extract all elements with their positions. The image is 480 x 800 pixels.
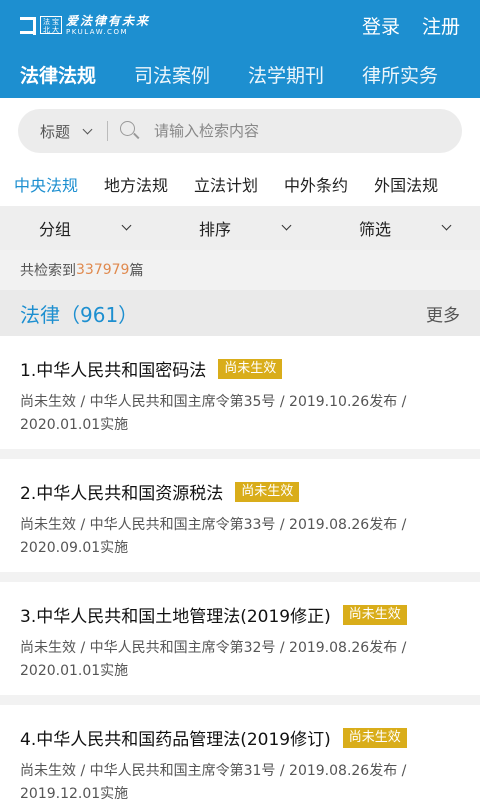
sort-filter[interactable]: 排序 [160,216,320,240]
search-field-label: 标题 [40,122,71,141]
group-filter[interactable]: 分组 [0,216,160,240]
logo-box-char: 北 [43,26,50,34]
status-badge: 尚未生效 [235,481,300,502]
group-filter-label: 分组 [38,220,71,239]
item-title: 2.中华人民共和国资源税法 [20,484,224,504]
chevron-down-icon [281,220,292,231]
search-icon [120,121,140,141]
logo-slogan: 爱法律有未来 [66,13,151,28]
app-header: 法 宝 北 大 爱法律有未来 PKULAW.COM 登录 注册 法律法规 司法案… [0,0,480,98]
list-item[interactable]: 4.中华人民共和国药品管理法(2019修订) 尚未生效 尚未生效 / 中华人民共… [0,705,480,800]
tab-practice[interactable]: 律所实务 [362,61,438,88]
list-item[interactable]: 3.中华人民共和国土地管理法(2019修正) 尚未生效 尚未生效 / 中华人民共… [0,582,480,695]
auth-links: 登录 注册 [362,12,460,39]
logo-text: 爱法律有未来 PKULAW.COM [66,13,151,36]
section-header: 法律（961） 更多 [0,290,480,336]
section-title: 法律（961） [20,302,139,327]
logo-box-char: 宝 [52,18,59,26]
result-list: 1.中华人民共和国密码法 尚未生效 尚未生效 / 中华人民共和国主席令第35号 … [0,336,480,800]
result-count: 共检索到 337979 篇 [0,250,480,290]
count-suffix: 篇 [129,263,144,279]
register-link[interactable]: 注册 [422,12,460,39]
status-badge: 尚未生效 [342,727,407,748]
item-meta: 尚未生效 / 中华人民共和国主席令第33号 / 2019.08.26发布 / 2… [20,517,407,556]
item-meta: 尚未生效 / 中华人民共和国主席令第32号 / 2019.08.26发布 / 2… [20,640,407,679]
logo-url: PKULAW.COM [66,27,128,36]
logo-mark-icon [18,14,36,36]
logo-box: 法 宝 北 大 [40,16,62,34]
chevron-down-icon [441,220,452,231]
sub-tabs: 中央法规 地方法规 立法计划 中外条约 外国法规 [0,162,480,206]
tab-cases[interactable]: 司法案例 [134,61,210,88]
main-tabs: 法律法规 司法案例 法学期刊 律所实务 [0,50,480,98]
sort-filter-label: 排序 [198,220,231,239]
list-item[interactable]: 2.中华人民共和国资源税法 尚未生效 尚未生效 / 中华人民共和国主席令第33号… [0,459,480,572]
item-title-row: 4.中华人民共和国药品管理法(2019修订) 尚未生效 [20,725,460,750]
subtab-legislative-plan[interactable]: 立法计划 [194,172,258,196]
header-top-bar: 法 宝 北 大 爱法律有未来 PKULAW.COM 登录 注册 [0,0,480,50]
tab-journals[interactable]: 法学期刊 [248,61,324,88]
logo-box-char: 大 [52,26,59,34]
item-meta: 尚未生效 / 中华人民共和国主席令第35号 / 2019.10.26发布 / 2… [20,394,407,433]
subtab-treaties[interactable]: 中外条约 [284,172,348,196]
tab-laws[interactable]: 法律法规 [20,61,96,88]
chevron-down-icon [121,220,132,231]
app-logo: 法 宝 北 大 爱法律有未来 PKULAW.COM [18,14,150,36]
search-divider [107,121,109,141]
subtab-local[interactable]: 地方法规 [104,172,168,196]
screen-filter-label: 筛选 [358,220,391,239]
login-link[interactable]: 登录 [362,12,400,39]
status-badge: 尚未生效 [218,358,283,379]
item-title: 3.中华人民共和国土地管理法(2019修正) [20,607,331,627]
item-title-row: 3.中华人民共和国土地管理法(2019修正) 尚未生效 [20,602,460,627]
count-prefix: 共检索到 [20,263,76,279]
search-area: 标题 [0,98,480,162]
item-title-row: 2.中华人民共和国资源税法 尚未生效 [20,479,460,504]
subtab-foreign[interactable]: 外国法规 [374,172,438,196]
search-bar: 标题 [18,109,462,153]
item-title: 1.中华人民共和国密码法 [20,361,207,381]
count-number: 337979 [76,262,130,278]
screen-filter[interactable]: 筛选 [320,216,480,240]
search-input[interactable] [154,122,462,140]
status-badge: 尚未生效 [342,604,407,625]
search-field-select[interactable]: 标题 [40,121,93,142]
list-item[interactable]: 1.中华人民共和国密码法 尚未生效 尚未生效 / 中华人民共和国主席令第35号 … [0,336,480,449]
chevron-down-icon [82,124,93,134]
item-meta: 尚未生效 / 中华人民共和国主席令第31号 / 2019.08.26发布 / 2… [20,763,407,800]
logo-box-char: 法 [43,18,50,26]
item-title: 4.中华人民共和国药品管理法(2019修订) [20,730,331,750]
more-link[interactable]: 更多 [426,301,460,326]
item-title-row: 1.中华人民共和国密码法 尚未生效 [20,356,460,381]
filter-bar: 分组 排序 筛选 [0,206,480,250]
subtab-central[interactable]: 中央法规 [14,172,78,196]
